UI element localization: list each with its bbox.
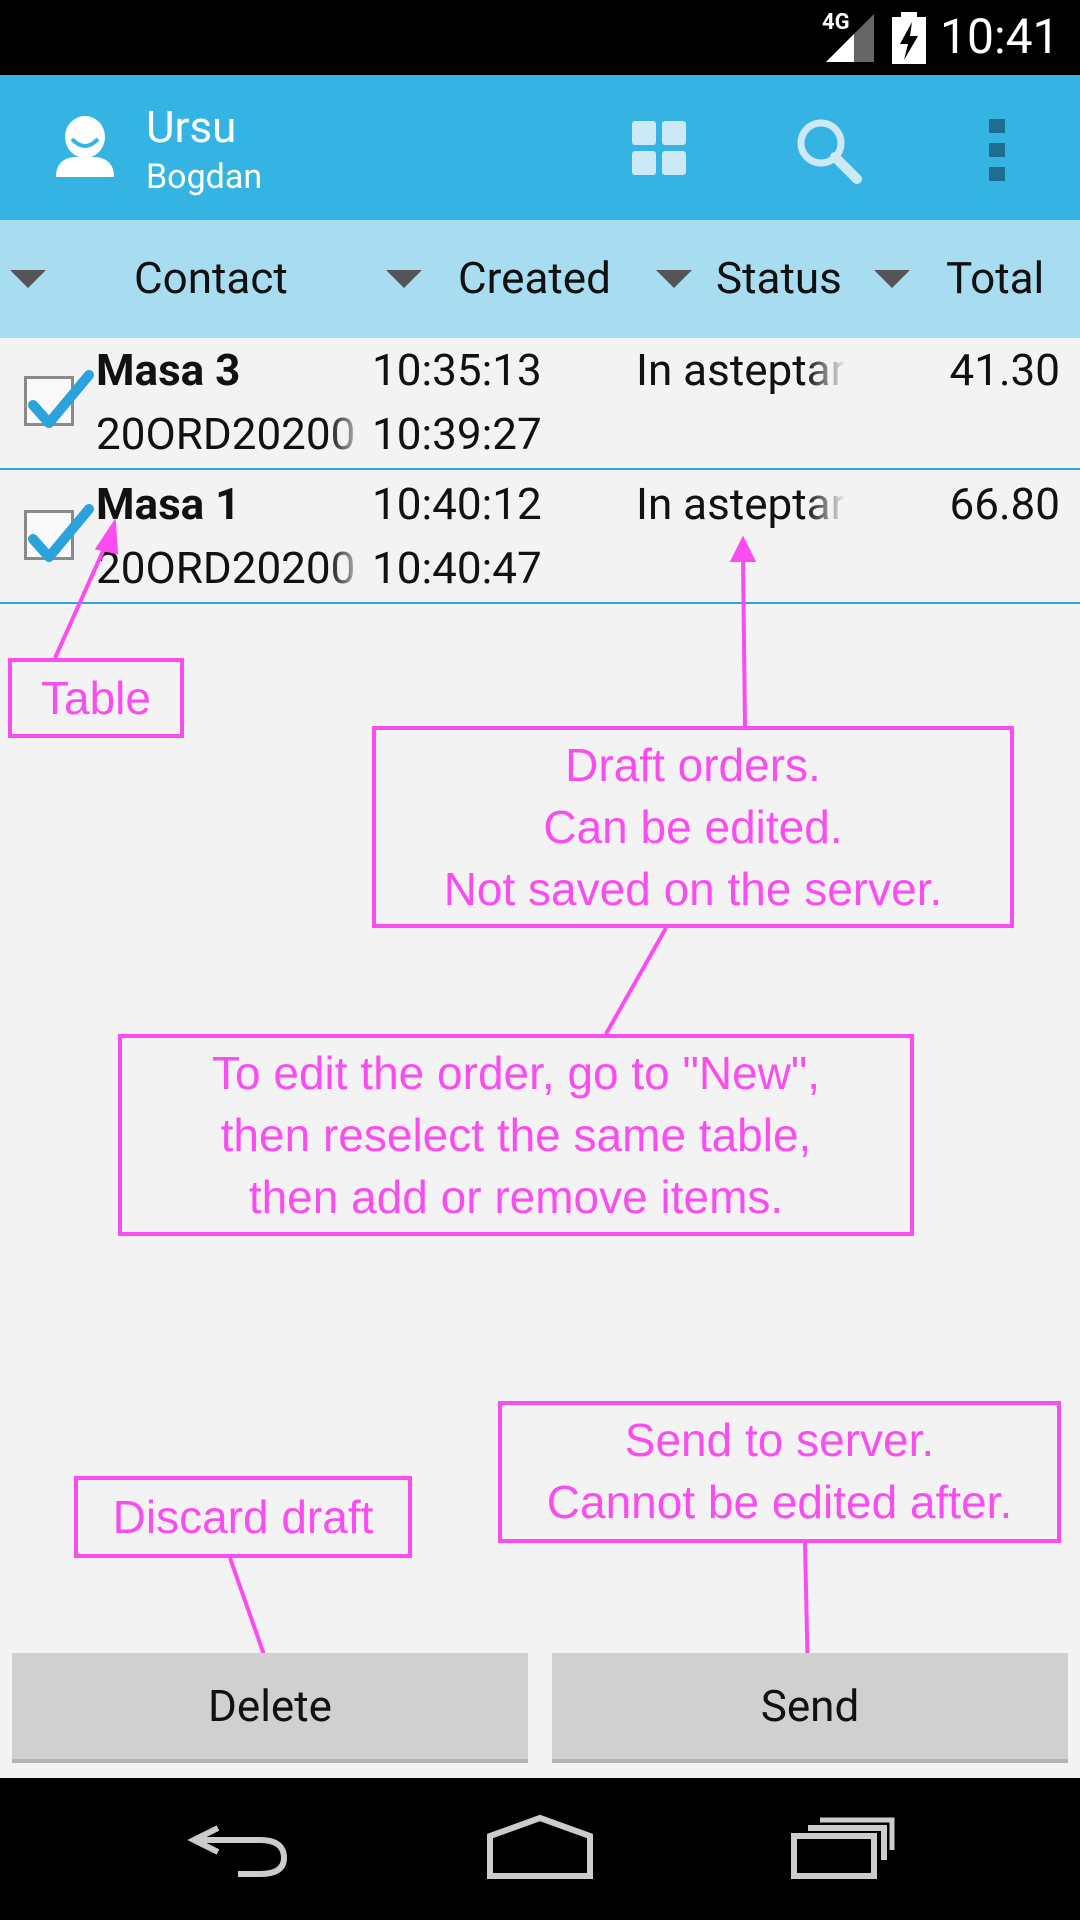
search-icon[interactable] <box>793 115 863 185</box>
column-contact[interactable]: Contact <box>134 252 288 304</box>
delete-button[interactable]: Delete <box>12 1653 528 1763</box>
row-modified-time: 10:40:47 <box>372 542 542 594</box>
row-checkbox[interactable] <box>24 504 94 562</box>
row-total: 41.30 <box>949 344 1060 396</box>
checkmark-icon <box>28 504 94 562</box>
column-created[interactable]: Created <box>458 252 611 304</box>
annotation-send: Send to server. Cannot be edited after. <box>498 1401 1061 1543</box>
battery-icon <box>892 12 926 64</box>
row-contact: Masa 1 <box>96 478 241 530</box>
sort-total-icon[interactable] <box>874 270 910 288</box>
navigation-bar <box>0 1778 1080 1920</box>
send-button[interactable]: Send <box>552 1653 1068 1763</box>
column-header: Contact Created Status Total <box>0 220 1080 338</box>
checkmark-icon <box>28 370 94 428</box>
sort-created-icon[interactable] <box>386 270 422 288</box>
row-total: 66.80 <box>949 478 1060 530</box>
annotation-draft-orders: Draft orders. Can be edited. Not saved o… <box>372 726 1014 928</box>
user-last-name: Bogdan <box>146 157 263 197</box>
action-bar: Ursu Bogdan <box>0 75 1080 220</box>
network-type: 4G <box>822 10 850 35</box>
row-created-time: 10:35:13 <box>372 344 542 396</box>
home-icon[interactable] <box>484 1814 596 1880</box>
column-total[interactable]: Total <box>946 252 1044 304</box>
row-checkbox[interactable] <box>24 370 94 428</box>
status-bar: 4G 10:41 <box>0 0 1080 75</box>
recent-apps-icon[interactable] <box>790 1814 896 1880</box>
sort-contact-icon[interactable] <box>10 270 46 288</box>
annotation-discard-draft: Discard draft <box>74 1476 412 1558</box>
annotation-table: Table <box>8 658 184 738</box>
table-row[interactable]: Masa 1 20ORD20200 10:40:12 10:40:47 In a… <box>0 472 1080 604</box>
status-clock: 10:41 <box>940 8 1060 65</box>
sort-status-icon[interactable] <box>656 270 692 288</box>
row-contact: Masa 3 <box>96 344 241 396</box>
annotation-edit-order: To edit the order, go to "New", then res… <box>118 1034 914 1236</box>
overflow-menu-icon[interactable] <box>982 115 1012 185</box>
table-row[interactable]: Masa 3 20ORD20200 10:35:13 10:39:27 In a… <box>0 338 1080 470</box>
row-created-time: 10:40:12 <box>372 478 542 530</box>
user-avatar-icon[interactable] <box>54 115 116 177</box>
user-first-name: Ursu <box>146 101 237 153</box>
grid-view-icon[interactable] <box>632 121 687 176</box>
back-icon[interactable] <box>188 1818 292 1878</box>
column-status[interactable]: Status <box>716 252 842 304</box>
row-modified-time: 10:39:27 <box>372 408 542 460</box>
